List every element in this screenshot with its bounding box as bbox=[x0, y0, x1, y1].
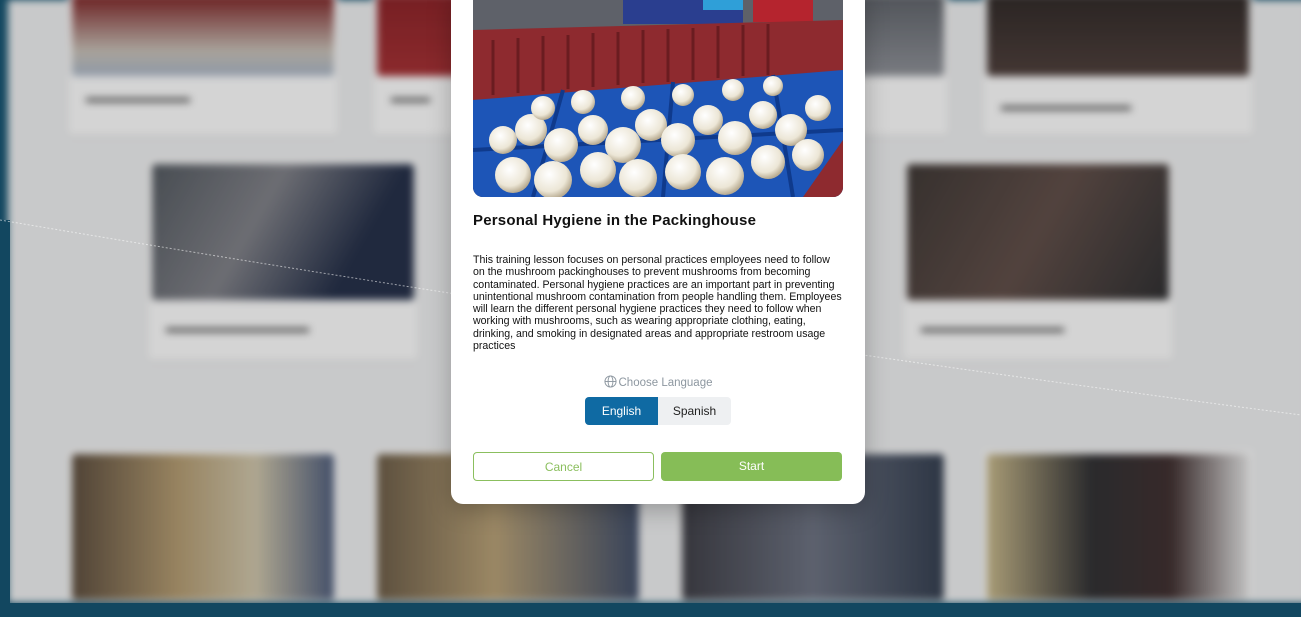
course-title: Personal Hygiene in the Packinghouse bbox=[473, 212, 757, 229]
choose-language-label: Choose Language bbox=[451, 375, 865, 391]
choose-language-text: Choose Language bbox=[618, 377, 713, 389]
language-toggle: English Spanish bbox=[585, 397, 731, 425]
course-hero-image bbox=[473, 0, 843, 197]
cancel-button[interactable]: Cancel bbox=[473, 452, 654, 481]
start-button[interactable]: Start bbox=[661, 452, 842, 481]
course-description: This training lesson focuses on personal… bbox=[473, 254, 842, 353]
language-option-spanish[interactable]: Spanish bbox=[658, 397, 731, 425]
globe-icon bbox=[603, 375, 617, 391]
course-start-modal: Personal Hygiene in the Packinghouse Thi… bbox=[451, 0, 865, 504]
language-option-english[interactable]: English bbox=[585, 397, 658, 425]
mushroom-crates-image bbox=[473, 0, 843, 197]
